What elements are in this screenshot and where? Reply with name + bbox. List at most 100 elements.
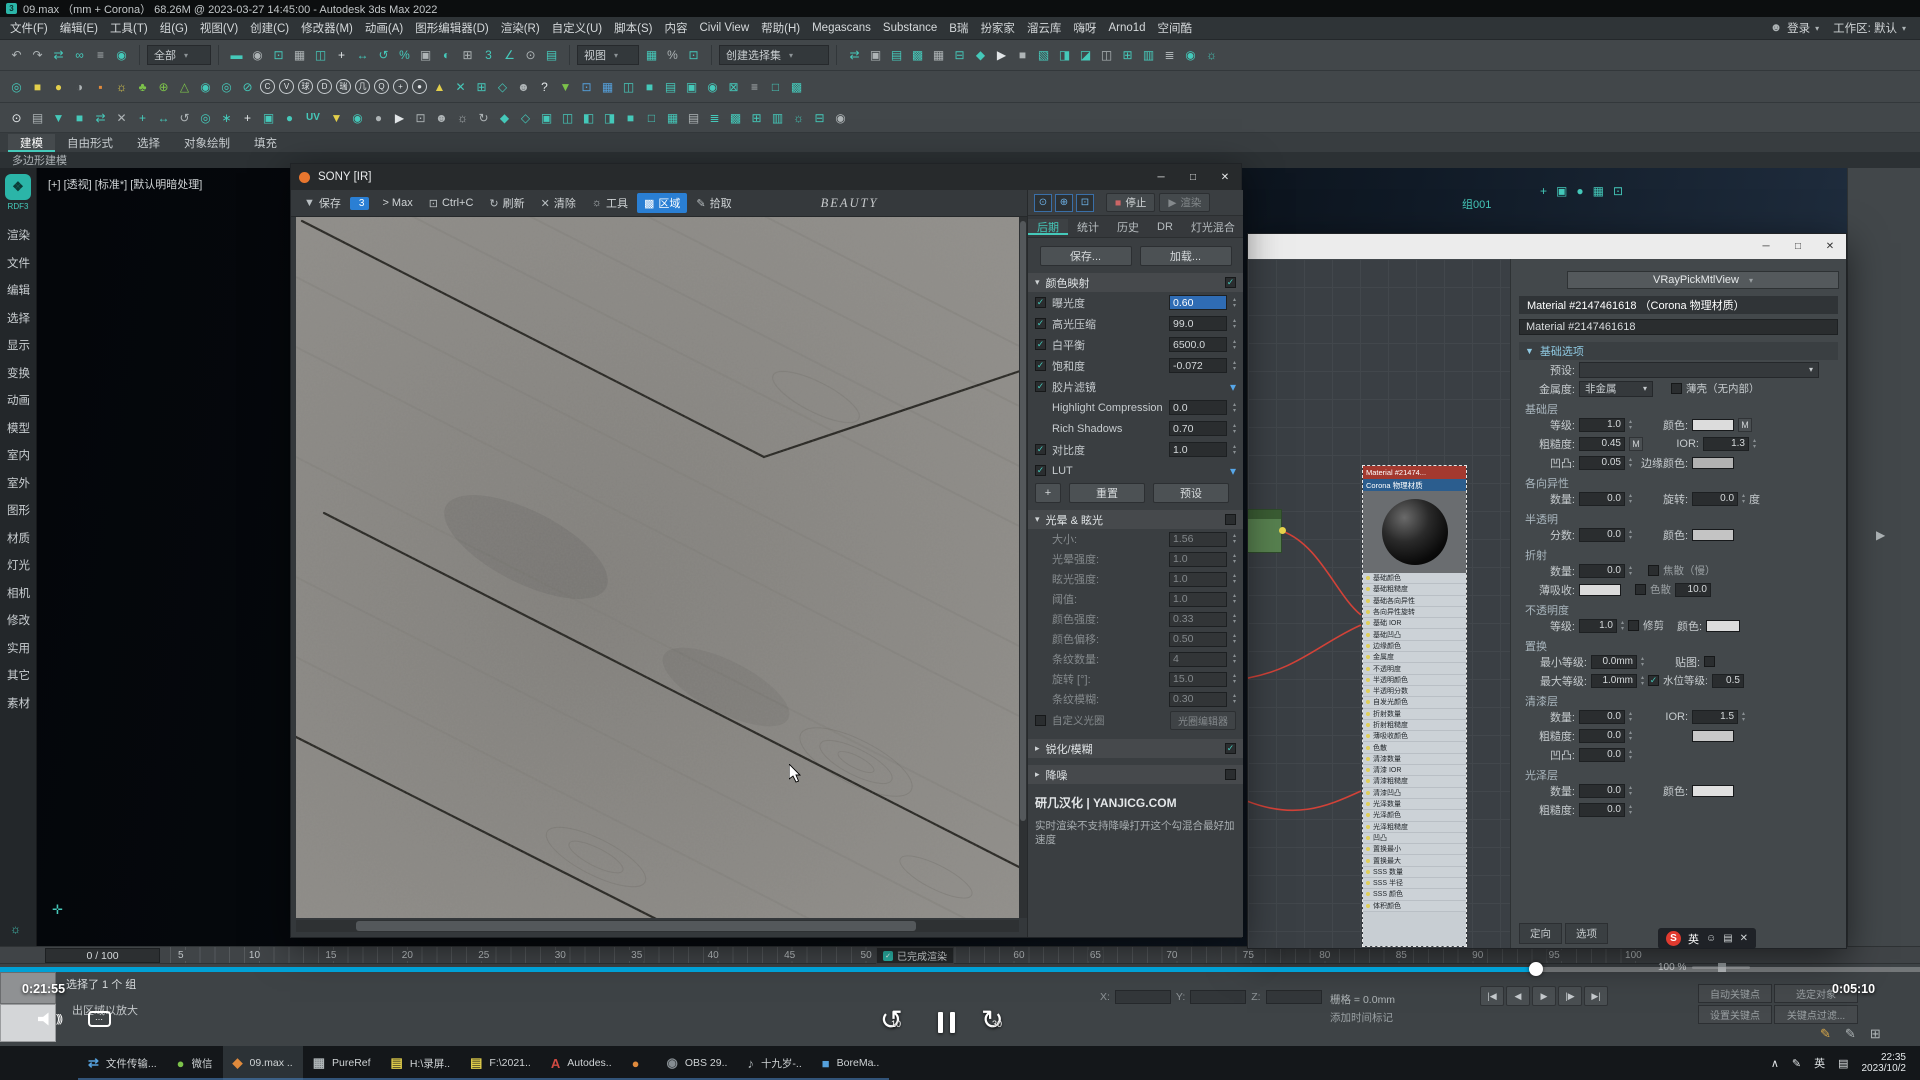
sogou-ime-bar[interactable]: S 英 ☺ ▤ ✕ bbox=[1658, 928, 1756, 949]
toolbar-icon[interactable]: ◨ bbox=[1054, 45, 1075, 66]
toolbar-icon[interactable]: ◉ bbox=[1180, 45, 1201, 66]
selection-filter-dropdown[interactable]: 全部▾ bbox=[147, 45, 211, 65]
menu-item[interactable]: 溜云库 bbox=[1021, 20, 1068, 36]
rendered-image[interactable] bbox=[296, 217, 1019, 918]
toolbar-icon[interactable]: ☻ bbox=[431, 107, 452, 128]
toolbar-icon[interactable]: ◐ bbox=[436, 45, 457, 66]
spinner-arrows[interactable] bbox=[1233, 593, 1236, 605]
material-input-slot[interactable]: 折射粗糙度 bbox=[1363, 720, 1466, 731]
material-input-slot[interactable]: SSS 半径 bbox=[1363, 878, 1466, 889]
toolbar-icon[interactable]: ? bbox=[534, 76, 555, 97]
abbe-field[interactable]: 10.0 bbox=[1675, 583, 1711, 597]
ribbon-tab[interactable]: 选择 bbox=[125, 134, 172, 152]
material-input-slot[interactable]: 折射数量 bbox=[1363, 709, 1466, 720]
tray-icon[interactable]: ▤ bbox=[1838, 1057, 1848, 1070]
toolbar-icon[interactable]: ⊙ bbox=[6, 107, 27, 128]
taskbar-clock[interactable]: 22:35 2023/10/2 bbox=[1862, 1052, 1907, 1074]
vfb-tab[interactable]: 统计 bbox=[1068, 219, 1108, 235]
toolbar-icon[interactable]: ◉ bbox=[347, 107, 368, 128]
vfb-tool-button[interactable]: > Max bbox=[371, 195, 419, 211]
script-panel-logo-icon[interactable]: ❖ bbox=[5, 174, 31, 200]
script-panel-item[interactable]: 修改 bbox=[0, 608, 37, 636]
clearcoat-amount-field[interactable]: 0.0 bbox=[1579, 710, 1625, 724]
material-input-slot[interactable]: 置换最小 bbox=[1363, 844, 1466, 855]
script-panel-item[interactable]: 显示 bbox=[0, 333, 37, 361]
slot-socket-icon[interactable] bbox=[1366, 881, 1370, 885]
danmaku-toggle-button[interactable]: ⋯ bbox=[88, 1011, 111, 1027]
toolbar-icon[interactable]: ▣ bbox=[536, 107, 557, 128]
clearcoat-ior-field[interactable]: 1.5 bbox=[1692, 710, 1738, 724]
setting-value-field[interactable]: 0.30 bbox=[1169, 692, 1227, 707]
spinner-arrows[interactable] bbox=[1233, 360, 1236, 372]
toolbar-icon[interactable]: ◇ bbox=[492, 76, 513, 97]
slot-socket-icon[interactable] bbox=[1366, 633, 1370, 637]
opacity-color-swatch[interactable] bbox=[1706, 620, 1740, 632]
menu-item[interactable]: 渲染(R) bbox=[495, 20, 546, 36]
slot-socket-icon[interactable] bbox=[1366, 802, 1370, 806]
toolbar-icon[interactable]: ⇄ bbox=[844, 45, 865, 66]
material-name-field[interactable]: Material #2147461618 bbox=[1519, 319, 1838, 335]
toolbar-icon[interactable]: ☼ bbox=[1201, 45, 1222, 66]
slot-socket-icon[interactable] bbox=[1366, 768, 1370, 772]
add-time-tag[interactable]: 添加时间标记 bbox=[1330, 1010, 1393, 1025]
script-panel-item[interactable]: 实用 bbox=[0, 636, 37, 664]
waterlevel-checkbox[interactable] bbox=[1648, 675, 1659, 686]
spinner-arrows[interactable] bbox=[1233, 653, 1236, 665]
anisotropy-amount-field[interactable]: 0.0 bbox=[1579, 492, 1625, 506]
menu-item[interactable]: Civil View bbox=[693, 22, 755, 34]
toolbar-icon[interactable]: ■ bbox=[620, 107, 641, 128]
toolbar-icon[interactable]: ▦ bbox=[597, 76, 618, 97]
named-selection-set-dropdown[interactable]: 创建选择集▾ bbox=[719, 45, 829, 65]
translucency-fraction-field[interactable]: 0.0 bbox=[1579, 528, 1625, 542]
setting-checkbox[interactable] bbox=[1035, 297, 1046, 308]
toolbar-icon[interactable]: ⊡ bbox=[268, 45, 289, 66]
preset-dropdown[interactable]: ▾ bbox=[1579, 362, 1819, 378]
toolbar-icon[interactable]: ▲ bbox=[429, 76, 450, 97]
spinner-arrows[interactable] bbox=[1233, 444, 1236, 456]
roughness-field[interactable]: 0.45 bbox=[1579, 437, 1625, 451]
spinner-arrows[interactable] bbox=[1233, 673, 1236, 685]
script-panel-item[interactable]: 相机 bbox=[0, 581, 37, 609]
sheen-amount-field[interactable]: 0.0 bbox=[1579, 784, 1625, 798]
taskbar-app-button[interactable]: ■ BoreMa.. bbox=[812, 1046, 889, 1080]
spinner-arrows[interactable] bbox=[1233, 693, 1236, 705]
vfb-tool-button[interactable]: ▩ 区域 bbox=[637, 193, 687, 213]
video-progress-bar[interactable] bbox=[0, 967, 1920, 972]
toolbar-icon[interactable]: ● bbox=[368, 107, 389, 128]
toolbar-icon[interactable]: + bbox=[393, 79, 408, 94]
denoise-section-header[interactable]: ▸ 降噪 bbox=[1028, 765, 1243, 784]
close-icon[interactable]: ✕ bbox=[1740, 933, 1748, 944]
base-color-swatch[interactable] bbox=[1692, 419, 1734, 431]
script-panel-item[interactable]: 素材 bbox=[0, 691, 37, 719]
material-input-slot[interactable]: 不透明度 bbox=[1363, 663, 1466, 674]
setting-value-field[interactable]: 99.0 bbox=[1169, 316, 1227, 331]
toolbox-icon[interactable]: ▤ bbox=[1723, 933, 1732, 944]
toolbar-icon[interactable]: ≡ bbox=[90, 45, 111, 66]
map-button[interactable]: M bbox=[1738, 418, 1752, 432]
setting-value-field[interactable]: 4 bbox=[1169, 652, 1227, 667]
material-input-slot[interactable]: 半透明分数 bbox=[1363, 686, 1466, 697]
ribbon-tab[interactable]: 建模 bbox=[8, 134, 55, 152]
save-config-button[interactable]: 保存... bbox=[1040, 246, 1132, 266]
material-input-slot[interactable]: 清漆粗糙度 bbox=[1363, 776, 1466, 787]
dropdown-arrow-icon[interactable]: ▾ bbox=[1230, 464, 1236, 478]
taskbar-app-button[interactable]: ▤ H:\录屏.. bbox=[381, 1046, 461, 1080]
toolbar-icon[interactable]: ⊞ bbox=[746, 107, 767, 128]
toolbar-icon[interactable]: □ bbox=[641, 107, 662, 128]
material-input-slot[interactable]: 清漆 IOR bbox=[1363, 765, 1466, 776]
ribbon-tab[interactable]: 对象绘制 bbox=[172, 134, 242, 152]
menu-item[interactable]: 图形编辑器(D) bbox=[409, 20, 494, 36]
tone-mapping-section-header[interactable]: ▾ 颜色映射 bbox=[1028, 273, 1243, 292]
taskbar-app-button[interactable]: ● bbox=[622, 1046, 657, 1080]
setting-value-field[interactable]: 1.0 bbox=[1169, 572, 1227, 587]
material-node[interactable]: Material #21474... Corona 物理材质 基础颜色 基础粗糙… bbox=[1363, 466, 1466, 946]
menu-item[interactable]: 编辑(E) bbox=[54, 20, 104, 36]
material-input-slot[interactable]: 光泽数量 bbox=[1363, 799, 1466, 810]
ribbon-tab[interactable]: 自由形式 bbox=[55, 134, 125, 152]
image-horizontal-scrollbar[interactable] bbox=[296, 920, 1019, 932]
vfb-tool-button[interactable]: ⊡ Ctrl+C bbox=[422, 195, 481, 212]
toolbar-icon[interactable]: ⊞ bbox=[471, 76, 492, 97]
toolbar-icon[interactable]: ☻ bbox=[513, 76, 534, 97]
toolbar-icon[interactable]: + bbox=[132, 107, 153, 128]
taskbar-app-button[interactable]: A Autodes.. bbox=[541, 1046, 622, 1080]
